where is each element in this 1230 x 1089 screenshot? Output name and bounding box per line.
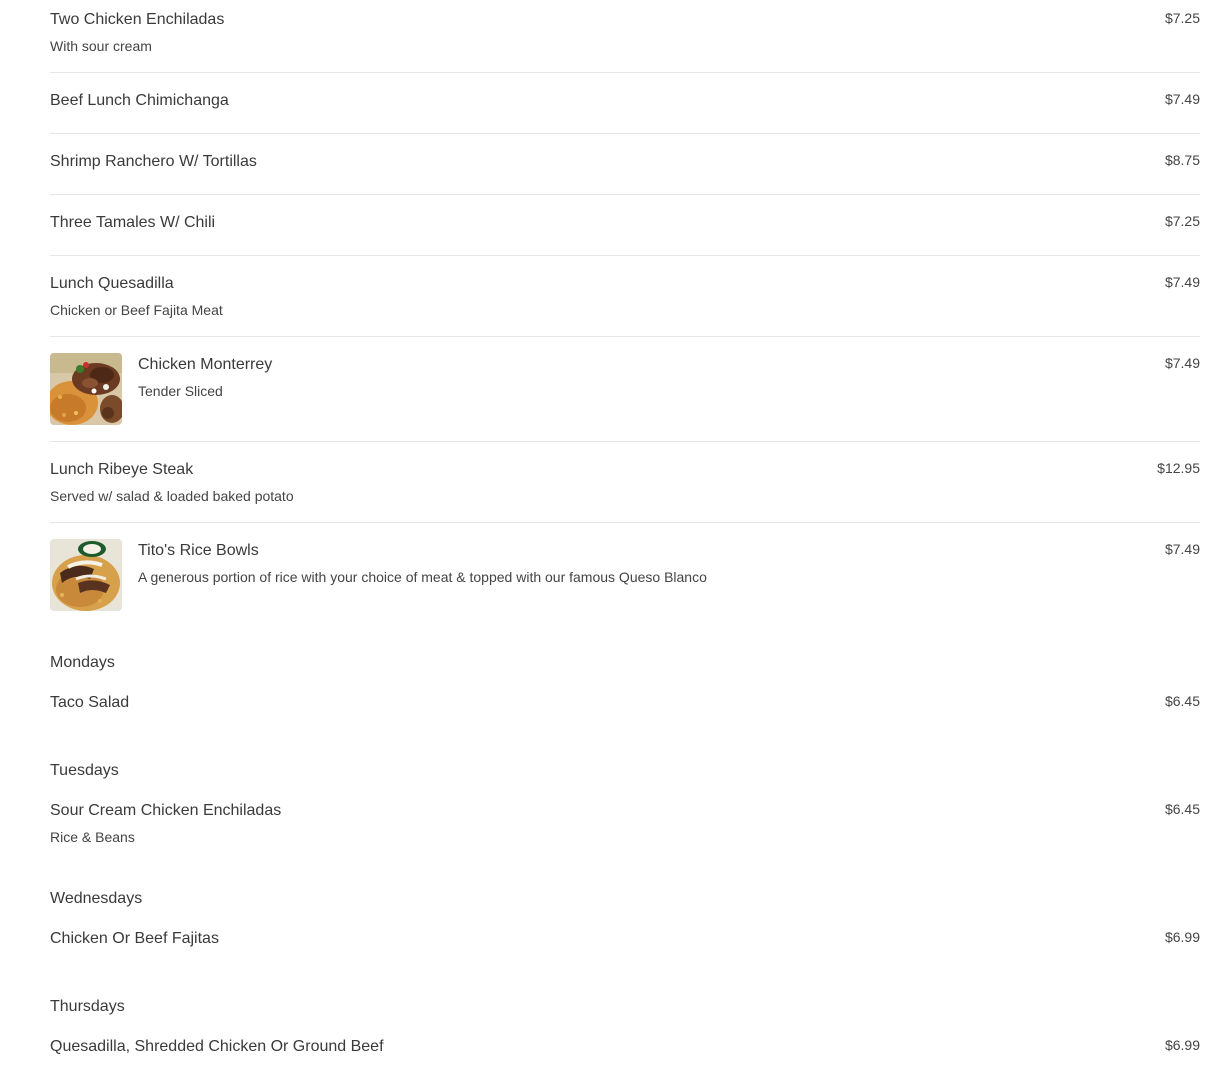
item-description: With sour cream: [50, 38, 152, 54]
section-title-mondays: Mondays: [50, 654, 115, 671]
item-price: $7.25: [1164, 213, 1200, 229]
item-price: $8.75: [1164, 152, 1200, 168]
item-name: Three Tamales W/ Chili: [50, 214, 216, 231]
item-name: Shrimp Ranchero W/ Tortillas: [50, 153, 257, 170]
rice-bowl-photo: [50, 539, 122, 611]
item-price: $7.49: [1164, 91, 1200, 107]
item-name: Chicken Or Beef Fajitas: [50, 930, 219, 947]
item-description: A generous portion of rice with your cho…: [138, 569, 707, 585]
menu-item[interactable]: Tito's Rice Bowls A generous portion of …: [50, 523, 1200, 628]
menu-item[interactable]: Lunch Quesadilla Chicken or Beef Fajita …: [50, 256, 1200, 337]
section-title-thursdays: Thursdays: [50, 998, 125, 1015]
item-price: $12.95: [1157, 460, 1200, 476]
item-name: Lunch Quesadilla: [50, 275, 174, 292]
menu-item[interactable]: Three Tamales W/ Chili $7.25: [50, 195, 1200, 256]
item-description: Chicken or Beef Fajita Meat: [50, 302, 223, 318]
item-price: $6.45: [1164, 693, 1200, 709]
item-price: $7.25: [1164, 10, 1200, 26]
menu-item[interactable]: Chicken Or Beef Fajitas $6.99: [50, 916, 1200, 966]
item-name: Sour Cream Chicken Enchiladas: [50, 802, 282, 819]
item-price: $7.49: [1164, 541, 1200, 557]
item-name: Beef Lunch Chimichanga: [50, 92, 229, 109]
item-name: Quesadilla, Shredded Chicken Or Ground B…: [50, 1038, 384, 1055]
menu-item[interactable]: Chicken Monterrey Tender Sliced $7.49: [50, 337, 1200, 442]
item-price: $6.99: [1164, 1037, 1200, 1053]
item-name: Lunch Ribeye Steak: [50, 461, 194, 478]
item-description: Tender Sliced: [138, 383, 223, 399]
item-name: Taco Salad: [50, 694, 130, 711]
item-price: $7.49: [1164, 355, 1200, 371]
item-description: Rice & Beans: [50, 829, 135, 845]
menu-item[interactable]: Beef Lunch Chimichanga $7.49: [50, 73, 1200, 134]
item-name: Tito's Rice Bowls: [138, 542, 259, 559]
menu-item[interactable]: Sour Cream Chicken Enchiladas Rice & Bea…: [50, 788, 1200, 858]
item-price: $6.45: [1164, 801, 1200, 817]
menu-item[interactable]: Lunch Ribeye Steak Served w/ salad & loa…: [50, 442, 1200, 523]
item-description: Served w/ salad & loaded baked potato: [50, 488, 294, 504]
section-title-wednesdays: Wednesdays: [50, 890, 143, 907]
menu-item[interactable]: Quesadilla, Shredded Chicken Or Ground B…: [50, 1024, 1200, 1074]
item-name: Two Chicken Enchiladas: [50, 11, 225, 28]
item-name: Chicken Monterrey: [138, 356, 273, 373]
menu-item[interactable]: Taco Salad $6.45: [50, 680, 1200, 730]
item-price: $7.49: [1164, 274, 1200, 290]
chicken-monterrey-photo: [50, 353, 122, 425]
item-price: $6.99: [1164, 929, 1200, 945]
menu-item[interactable]: Shrimp Ranchero W/ Tortillas $8.75: [50, 134, 1200, 195]
menu-item[interactable]: Two Chicken Enchiladas With sour cream $…: [50, 0, 1200, 73]
section-title-tuesdays: Tuesdays: [50, 762, 119, 779]
